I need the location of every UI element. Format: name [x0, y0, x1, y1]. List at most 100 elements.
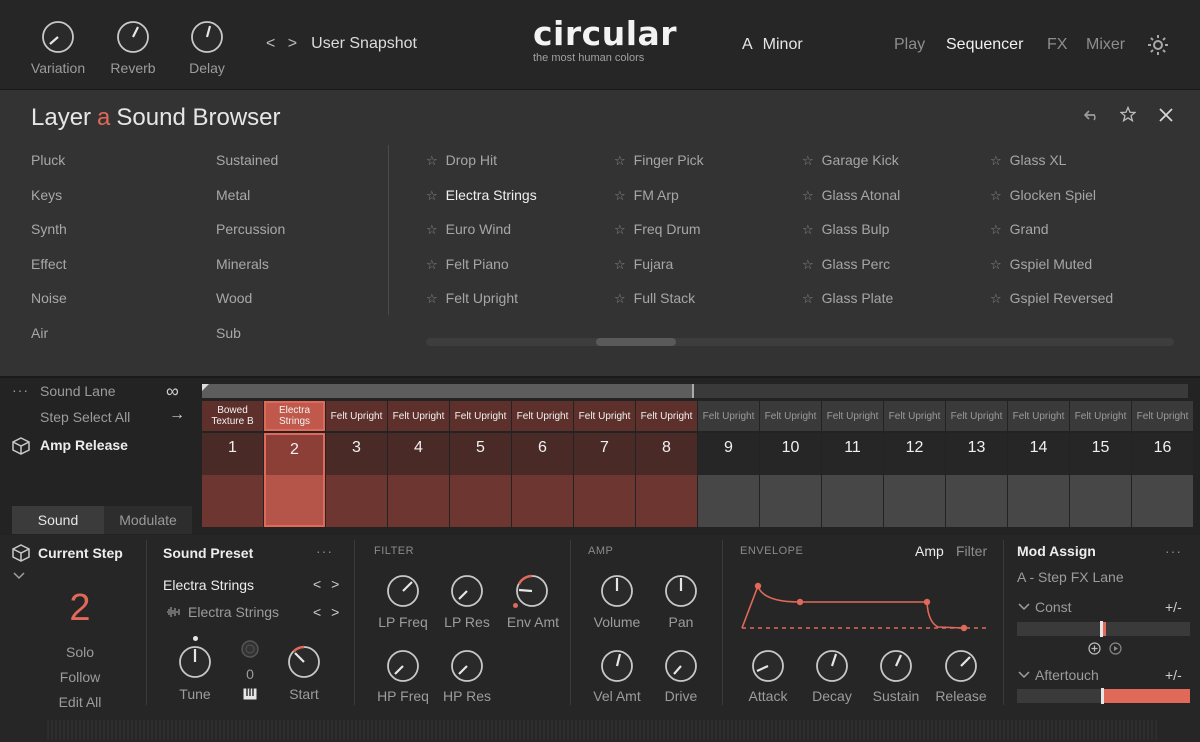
step-number[interactable]: 4 [388, 433, 449, 475]
step-sound-label[interactable]: Electra Strings [264, 401, 325, 431]
chevron-down-icon[interactable] [1018, 603, 1030, 611]
infinity-icon[interactable]: ∞ [166, 381, 179, 402]
envelope-amp-tab[interactable]: Amp [915, 543, 944, 559]
category-item[interactable]: Sustained [216, 152, 278, 168]
step-value-bar[interactable] [388, 475, 449, 527]
step-number[interactable]: 3 [326, 433, 387, 475]
step-number[interactable]: 9 [698, 433, 759, 475]
mod-assign-menu-icon[interactable]: ··· [1165, 543, 1182, 559]
star-icon[interactable]: ☆ [990, 153, 1002, 168]
decay-knob[interactable] [815, 649, 849, 683]
reverb-knob[interactable] [116, 20, 150, 54]
category-item[interactable]: Synth [31, 221, 67, 237]
step-sound-label[interactable]: Felt Upright [1132, 401, 1193, 431]
preset-item[interactable]: ☆ Glass Bulp [802, 221, 889, 238]
snapshot-nav-arrows[interactable]: < > [266, 35, 301, 52]
key-root[interactable]: A [742, 36, 753, 53]
step-number[interactable]: 11 [822, 433, 883, 475]
edit-all-button[interactable]: Edit All [40, 694, 120, 710]
nav-mixer[interactable]: Mixer [1086, 36, 1125, 54]
preset-item[interactable]: ☆ Glocken Spiel [990, 187, 1096, 204]
step-number[interactable]: 7 [574, 433, 635, 475]
step-value-bar[interactable] [760, 475, 821, 527]
category-item[interactable]: Sub [216, 325, 241, 341]
key-mode[interactable]: Minor [763, 36, 803, 53]
variation-knob[interactable] [41, 20, 75, 54]
step-number[interactable]: 2 [264, 433, 325, 475]
star-icon[interactable]: ☆ [426, 257, 438, 272]
star-icon[interactable]: ☆ [802, 257, 814, 272]
preset-item[interactable]: ☆ Felt Piano [426, 256, 509, 273]
preset-item[interactable]: ☆ Full Stack [614, 290, 695, 307]
nav-sequencer[interactable]: Sequencer [946, 36, 1023, 54]
sample-name[interactable]: Electra Strings [188, 604, 279, 620]
pan-knob[interactable] [664, 574, 698, 608]
release-knob[interactable] [944, 649, 978, 683]
step-select-all[interactable]: All [115, 409, 131, 425]
step-value-bar[interactable] [822, 475, 883, 527]
preset-item[interactable]: ☆ Gspiel Muted [990, 256, 1092, 273]
preset-item[interactable]: ☆ Glass XL [990, 152, 1066, 169]
step-value-bar[interactable] [946, 475, 1007, 527]
snapshot-selector[interactable]: < > User Snapshot [266, 35, 417, 53]
envelope-filter-tab[interactable]: Filter [956, 543, 987, 559]
envelope-graph[interactable] [738, 578, 993, 634]
star-icon[interactable]: ☆ [426, 153, 438, 168]
step-number[interactable]: 8 [636, 433, 697, 475]
step-value-bar[interactable] [1132, 475, 1193, 527]
step-sound-label[interactable]: Felt Upright [512, 401, 573, 431]
lp-res-knob[interactable] [450, 574, 484, 608]
step-sound-label[interactable]: Felt Upright [822, 401, 883, 431]
star-icon[interactable]: ☆ [614, 188, 626, 203]
category-item[interactable]: Effect [31, 256, 67, 272]
category-item[interactable]: Noise [31, 290, 67, 306]
preset-item[interactable]: ☆ Glass Plate [802, 290, 893, 307]
category-item[interactable]: Metal [216, 187, 250, 203]
star-icon[interactable]: ☆ [802, 188, 814, 203]
preset-item[interactable]: ☆ Finger Pick [614, 152, 704, 169]
nav-fx[interactable]: FX [1047, 36, 1067, 54]
step-value-bar[interactable] [1008, 475, 1069, 527]
step-number[interactable]: 10 [760, 433, 821, 475]
step-sound-label[interactable]: Felt Upright [450, 401, 511, 431]
arrow-icon[interactable]: → [169, 406, 185, 424]
step-value-bar[interactable] [326, 475, 387, 527]
drive-knob[interactable] [664, 649, 698, 683]
favorite-icon[interactable] [1120, 106, 1136, 122]
step-value-bar[interactable] [1070, 475, 1131, 527]
preset-item[interactable]: ☆ Gspiel Reversed [990, 290, 1113, 307]
delay-knob[interactable] [190, 20, 224, 54]
gear-icon[interactable] [1146, 33, 1170, 57]
step-sound-label[interactable]: Felt Upright [946, 401, 1007, 431]
star-icon[interactable]: ☆ [990, 291, 1002, 306]
const-bipolar-toggle[interactable]: +/- [1165, 599, 1182, 615]
env-amt-knob[interactable] [515, 574, 549, 608]
step-sound-label[interactable]: Felt Upright [884, 401, 945, 431]
tune-knob[interactable] [178, 645, 212, 679]
category-item[interactable]: Air [31, 325, 48, 341]
star-icon[interactable]: ☆ [614, 291, 626, 306]
step-number[interactable]: 1 [202, 433, 263, 475]
step-value-bar[interactable] [636, 475, 697, 527]
lane-menu-icon[interactable]: ··· [12, 382, 29, 398]
star-icon[interactable]: ☆ [426, 188, 438, 203]
star-icon[interactable]: ☆ [802, 222, 814, 237]
nav-play[interactable]: Play [894, 36, 925, 54]
preset-item[interactable]: ☆ Glass Atonal [802, 187, 900, 204]
tab-modulate[interactable]: Modulate [104, 506, 192, 534]
preset-item[interactable]: ☆ Garage Kick [802, 152, 899, 169]
step-sound-label[interactable]: Felt Upright [388, 401, 449, 431]
category-item[interactable]: Minerals [216, 256, 269, 272]
step-value-bar[interactable] [450, 475, 511, 527]
step-value-bar[interactable] [264, 475, 325, 527]
category-item[interactable]: Percussion [216, 221, 285, 237]
step-sound-label[interactable]: Felt Upright [1070, 401, 1131, 431]
star-icon[interactable]: ☆ [990, 222, 1002, 237]
step-number[interactable]: 13 [946, 433, 1007, 475]
sound-preset-menu-icon[interactable]: ··· [316, 543, 333, 559]
step-sound-label[interactable]: Felt Upright [636, 401, 697, 431]
preset-item[interactable]: ☆ Felt Upright [426, 290, 518, 307]
star-icon[interactable]: ☆ [990, 257, 1002, 272]
sample-arrows[interactable]: < > [313, 604, 342, 620]
close-icon[interactable] [1159, 108, 1173, 122]
